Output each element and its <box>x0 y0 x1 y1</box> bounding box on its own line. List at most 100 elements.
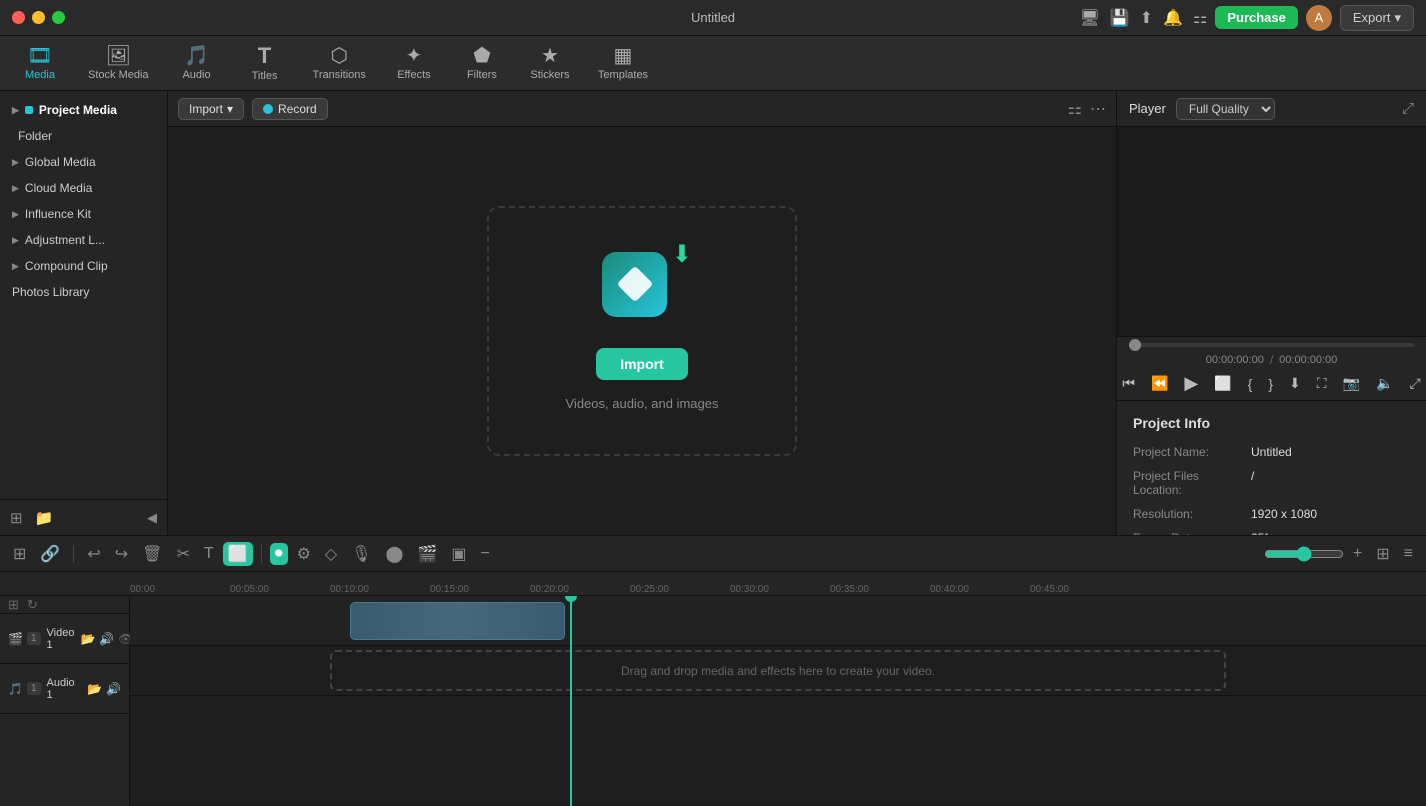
settings-view-icon[interactable]: ≡ <box>1399 543 1418 565</box>
drop-zone-overlay: Drag and drop media and effects here to … <box>330 650 1226 691</box>
grid-icon[interactable]: ⚏ <box>1193 8 1207 28</box>
trim-icon[interactable]: ⬜ <box>223 542 253 566</box>
add-folder-icon[interactable]: ⊞ <box>10 509 23 527</box>
monitor-icon[interactable]: 🖥 <box>1079 8 1099 28</box>
upload-icon[interactable]: ⬆ <box>1140 8 1153 28</box>
toolbar-item-transitions[interactable]: ⬡ Transitions <box>313 46 366 81</box>
step-back-icon[interactable]: ⏪ <box>1151 375 1168 392</box>
pip-icon[interactable]: ⛶ <box>1317 375 1327 392</box>
zoom-slider[interactable] <box>1264 546 1344 562</box>
chevron-icon: ▶ <box>12 261 19 272</box>
save-icon[interactable]: 💾 <box>1110 8 1130 28</box>
collapse-panel-btn[interactable]: ◀ <box>147 510 157 526</box>
toolbar-item-media[interactable]: 🎞 Media <box>20 46 60 81</box>
grid-view-icon[interactable]: ⊞ <box>1371 542 1394 566</box>
fx-icon[interactable]: ⚙ <box>292 542 316 566</box>
crop-icon[interactable]: ⬜ <box>1214 375 1231 392</box>
timeline-needle[interactable] <box>570 596 572 806</box>
player-preview <box>1117 127 1426 337</box>
video-track-open-icon[interactable]: 📂 <box>80 632 95 646</box>
toolbar-item-audio[interactable]: 🎵 Audio <box>177 46 217 81</box>
mark-out-icon[interactable]: } <box>1268 376 1273 392</box>
cut-icon[interactable]: ✂ <box>171 542 194 566</box>
sidebar-item-global-media[interactable]: ▶ Global Media <box>0 149 167 175</box>
quality-select[interactable]: Full Quality <box>1176 98 1275 120</box>
delete-icon[interactable]: 🗑 <box>137 542 167 566</box>
clip-to-timeline-icon[interactable]: ⬇ <box>1289 375 1301 392</box>
snapshot-icon[interactable]: 📷 <box>1343 375 1360 392</box>
folder-icon[interactable]: 📁 <box>35 509 54 527</box>
maximize-btn[interactable] <box>52 11 65 24</box>
audio-track-open-icon[interactable]: 📂 <box>87 682 102 696</box>
sidebar-item-cloud-media[interactable]: ▶ Cloud Media <box>0 175 167 201</box>
export-button[interactable]: Export ▾ <box>1340 5 1414 31</box>
text-icon[interactable]: T <box>199 543 219 565</box>
chevron-icon: ▶ <box>12 209 19 220</box>
import-main-button[interactable]: Import <box>596 348 688 380</box>
record-button[interactable]: Record <box>252 98 328 120</box>
toolbar-label-filters: Filters <box>467 69 497 81</box>
toolbar-item-effects[interactable]: ✦ Effects <box>394 46 434 81</box>
close-btn[interactable] <box>12 11 25 24</box>
purchase-button[interactable]: Purchase <box>1215 6 1298 29</box>
zoom-minus-icon[interactable]: − <box>476 543 495 565</box>
ruler-time-7: 00:35:00 <box>830 584 869 595</box>
active-dot <box>25 106 33 114</box>
more-options-icon[interactable]: ⋯ <box>1090 99 1106 119</box>
playback-bar[interactable] <box>1129 343 1414 347</box>
project-info-panel: Project Info Project Name: Untitled Proj… <box>1117 401 1426 535</box>
transitions-icon: ⬡ <box>330 46 347 66</box>
sidebar-item-compound-clip[interactable]: ▶ Compound Clip <box>0 253 167 279</box>
keyframe-icon[interactable]: ◇ <box>320 542 342 566</box>
zoom-plus-icon[interactable]: + <box>1348 543 1367 565</box>
stickers-icon: ★ <box>541 46 559 66</box>
minimize-btn[interactable] <box>32 11 45 24</box>
link-icon[interactable]: 🔗 <box>35 542 65 566</box>
sidebar-item-adjustment-layer[interactable]: ▶ Adjustment L... <box>0 227 167 253</box>
player-top-icons: ⤢ <box>1402 100 1414 117</box>
video-clip[interactable] <box>350 602 565 640</box>
video-track-row[interactable] <box>130 596 1426 646</box>
record-timeline-icon[interactable]: ⏺ <box>270 543 288 565</box>
resolution-label: Resolution: <box>1133 507 1243 521</box>
fullscreen-icon[interactable]: ⤢ <box>1402 100 1414 117</box>
split-icon[interactable]: ⬤ <box>381 542 409 566</box>
toolbar-item-titles[interactable]: T Titles <box>245 45 285 82</box>
toolbar-item-filters[interactable]: ⬟ Filters <box>462 46 502 81</box>
player-controls: 00:00:00:00 / 00:00:00:00 ⏮ ⏪ ▶ ⬜ { } ⬇ … <box>1117 337 1426 401</box>
drop-zone[interactable]: ⬇ Import Videos, audio, and images <box>487 206 797 456</box>
clip-icon[interactable]: 🎬 <box>412 542 442 566</box>
zoom-icon[interactable]: ⤢ <box>1409 375 1420 392</box>
play-button[interactable]: ▶ <box>1184 373 1198 394</box>
sidebar-item-project-media[interactable]: ▶ Project Media <box>0 97 167 123</box>
loop-icon[interactable]: ↻ <box>27 597 38 613</box>
chevron-icon: ▶ <box>12 183 19 194</box>
sidebar-item-influence-kit[interactable]: ▶ Influence Kit <box>0 201 167 227</box>
skip-back-icon[interactable]: ⏮ <box>1122 375 1135 392</box>
sidebar-item-photos-library[interactable]: Photos Library <box>0 279 167 305</box>
sidebar-item-folder[interactable]: Folder <box>0 123 167 149</box>
audio-icon[interactable]: 🔈 <box>1376 375 1393 392</box>
import-button[interactable]: Import ▾ <box>178 98 244 120</box>
playback-thumb[interactable] <box>1129 339 1141 351</box>
snap-icon[interactable]: ⊞ <box>8 542 31 566</box>
undo-icon[interactable]: ↩ <box>82 542 105 566</box>
toolbar-item-templates[interactable]: ▦ Templates <box>598 46 648 81</box>
voice-icon[interactable]: 🎙 <box>346 542 376 566</box>
add-track-icon[interactable]: ⊞ <box>8 597 19 613</box>
filter-icon[interactable]: ⚏ <box>1068 99 1082 119</box>
project-name-value: Untitled <box>1251 445 1292 459</box>
bell-icon[interactable]: 🔔 <box>1163 8 1183 28</box>
audio-track-row[interactable]: Drag and drop media and effects here to … <box>130 646 1426 696</box>
toolbar-item-stickers[interactable]: ★ Stickers <box>530 46 570 81</box>
toolbar-item-stock-media[interactable]: 🖼 Stock Media <box>88 46 149 81</box>
right-panel: Player Full Quality ⤢ 00:00:00:00 / 00:0… <box>1116 91 1426 535</box>
mark-in-icon[interactable]: { <box>1248 376 1253 392</box>
redo-icon[interactable]: ↪ <box>110 542 133 566</box>
avatar[interactable]: A <box>1306 5 1332 31</box>
left-panel-content: ▶ Project Media Folder ▶ Global Media ▶ … <box>0 91 167 499</box>
audio-track-mute-icon[interactable]: 🔊 <box>106 682 121 696</box>
video-track-mute-icon[interactable]: 🔊 <box>99 632 114 646</box>
pip-tl-icon[interactable]: ▣ <box>446 542 471 566</box>
import-label: Import <box>189 102 223 116</box>
